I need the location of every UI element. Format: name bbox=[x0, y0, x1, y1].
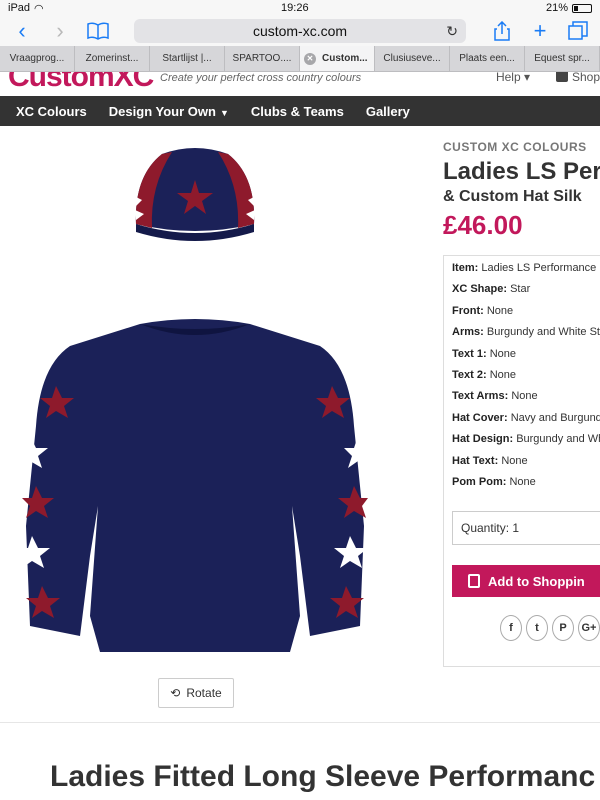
detail-row: Item: Ladies LS Performance bbox=[452, 262, 600, 283]
detail-value: Burgundy and White St bbox=[486, 326, 600, 339]
facebook-icon[interactable]: f bbox=[500, 615, 522, 642]
nav-gallery[interactable]: Gallery bbox=[366, 104, 410, 119]
wifi-icon: ◠ bbox=[34, 2, 44, 15]
detail-value: None bbox=[489, 368, 516, 381]
google-plus-icon[interactable]: G+ bbox=[578, 615, 600, 642]
tab[interactable]: Equest spr... bbox=[525, 46, 600, 71]
quantity-field[interactable]: Quantity: 1 bbox=[452, 511, 600, 546]
detail-label: Arms: bbox=[452, 326, 484, 339]
shop-label: Shop bbox=[571, 72, 600, 84]
detail-value: None bbox=[489, 347, 516, 360]
tab[interactable]: Plaats een... bbox=[450, 46, 525, 71]
tab[interactable]: SPARTOO.... bbox=[225, 46, 300, 71]
detail-label: XC Shape: bbox=[452, 283, 508, 296]
back-button[interactable]: ‹ bbox=[8, 18, 36, 43]
product-category[interactable]: CUSTOM XC COLOURS bbox=[443, 140, 600, 154]
detail-label: Text 1: bbox=[452, 347, 487, 360]
new-tab-icon[interactable]: + bbox=[526, 18, 554, 43]
product-info: CUSTOM XC COLOURS Ladies LS Performance … bbox=[443, 126, 600, 722]
help-label: Help bbox=[495, 72, 521, 84]
rotate-label: Rotate bbox=[186, 686, 222, 700]
add-to-cart-label: Add to Shoppin bbox=[488, 573, 585, 589]
description-heading: Ladies Fitted Long Sleeve Performanc bbox=[50, 760, 596, 793]
tab-active[interactable]: ✕ Custom... bbox=[300, 46, 375, 71]
share-icon[interactable] bbox=[488, 19, 516, 43]
detail-value: None bbox=[486, 304, 514, 317]
product-details: Item: Ladies LS Performance XC Shape: St… bbox=[443, 255, 600, 667]
detail-value: Burgundy and Wh bbox=[516, 433, 600, 446]
battery-percent: 21% bbox=[545, 2, 568, 14]
address-bar[interactable]: custom-xc.com ↻ bbox=[134, 19, 466, 43]
detail-label: Item: bbox=[452, 262, 479, 274]
detail-row: Arms: Burgundy and White St bbox=[452, 326, 600, 347]
forward-button[interactable]: › bbox=[46, 18, 74, 43]
detail-row: Pom Pom: None bbox=[452, 476, 600, 497]
tab[interactable]: Vraagprog... bbox=[0, 46, 75, 71]
rotate-button[interactable]: ⟲ Rotate bbox=[158, 678, 234, 708]
detail-row: Front: None bbox=[452, 305, 600, 326]
bookmarks-icon[interactable] bbox=[84, 19, 112, 43]
site-header: CustomXC Create your perfect cross count… bbox=[0, 72, 600, 96]
detail-value: None bbox=[511, 390, 538, 403]
detail-label: Text Arms: bbox=[452, 390, 509, 403]
chevron-down-icon: ▼ bbox=[219, 107, 229, 118]
product-price: £46.00 bbox=[443, 210, 523, 240]
shopping-bag-icon bbox=[468, 574, 480, 589]
tab[interactable]: Startlijst |... bbox=[150, 46, 225, 71]
main-nav: XC Colours Design Your Own ▼ Clubs & Team… bbox=[0, 96, 600, 126]
detail-value: Navy and Burgund bbox=[510, 411, 600, 424]
nav-clubs-teams[interactable]: Clubs & Teams bbox=[251, 104, 344, 119]
nav-design-your-own[interactable]: Design Your Own ▼ bbox=[109, 104, 229, 119]
detail-value: None bbox=[501, 454, 528, 467]
hat-silk-image bbox=[134, 148, 256, 241]
detail-row: XC Shape: Star bbox=[452, 283, 600, 304]
rotate-icon: ⟲ bbox=[170, 686, 181, 700]
pinterest-icon[interactable]: P bbox=[552, 615, 574, 642]
url-text: custom-xc.com bbox=[252, 23, 348, 39]
site-tagline: Create your perfect cross country colour… bbox=[160, 72, 362, 84]
tab-strip: Vraagprog... Zomerinst... Startlijst |..… bbox=[0, 46, 600, 72]
product-subtitle: & Custom Hat Silk bbox=[443, 188, 582, 205]
add-to-cart-button[interactable]: Add to Shoppin bbox=[452, 565, 600, 598]
detail-label: Hat Design: bbox=[452, 433, 514, 446]
bag-icon bbox=[555, 72, 568, 82]
detail-row: Hat Design: Burgundy and Wh bbox=[452, 433, 600, 454]
shop-link[interactable]: Shop bbox=[555, 72, 600, 84]
twitter-icon[interactable]: t bbox=[526, 615, 548, 642]
detail-label: Pom Pom: bbox=[452, 475, 507, 488]
nav-label: Design Your Own bbox=[108, 103, 216, 119]
detail-label: Front: bbox=[452, 304, 484, 317]
detail-label: Hat Text: bbox=[452, 454, 499, 467]
help-link[interactable]: Help ▾ bbox=[496, 72, 530, 84]
detail-row: Text Arms: None bbox=[452, 390, 600, 411]
shirt-image bbox=[20, 319, 370, 652]
detail-value: Ladies LS Performance bbox=[481, 262, 597, 274]
social-share: f t P G+ bbox=[500, 615, 600, 642]
status-bar: iPad ◠ 19:26 21% bbox=[0, 0, 600, 16]
tab-label: Custom... bbox=[322, 53, 368, 64]
device-name: iPad bbox=[8, 2, 31, 14]
product-title: Ladies LS Performance bbox=[443, 158, 600, 185]
detail-label: Text 2: bbox=[452, 368, 487, 381]
detail-row: Hat Text: None bbox=[452, 455, 600, 476]
tab[interactable]: Zomerinst... bbox=[75, 46, 150, 71]
browser-toolbar: ‹ › custom-xc.com ↻ + bbox=[0, 16, 600, 46]
battery-icon bbox=[571, 3, 592, 13]
detail-value: Star bbox=[510, 283, 531, 296]
product-images: ⟲ Rotate bbox=[0, 126, 420, 722]
clock: 19:26 bbox=[281, 2, 309, 14]
reload-icon[interactable]: ↻ bbox=[446, 23, 458, 40]
tabs-icon[interactable] bbox=[564, 19, 592, 43]
nav-xc-colours[interactable]: XC Colours bbox=[16, 104, 87, 119]
detail-label: Hat Cover: bbox=[452, 411, 508, 424]
site-logo[interactable]: CustomXC bbox=[8, 72, 154, 94]
close-tab-icon[interactable]: ✕ bbox=[304, 52, 316, 65]
detail-row: Hat Cover: Navy and Burgund bbox=[452, 412, 600, 433]
product-page: ⟲ Rotate CUSTOM XC COLOURS Ladies LS Per… bbox=[0, 126, 600, 793]
detail-row: Text 1: None bbox=[452, 348, 600, 369]
detail-row: Text 2: None bbox=[452, 369, 600, 390]
detail-value: None bbox=[509, 475, 536, 488]
section-divider bbox=[0, 722, 600, 723]
tab[interactable]: Clusiuseve... bbox=[375, 46, 450, 71]
